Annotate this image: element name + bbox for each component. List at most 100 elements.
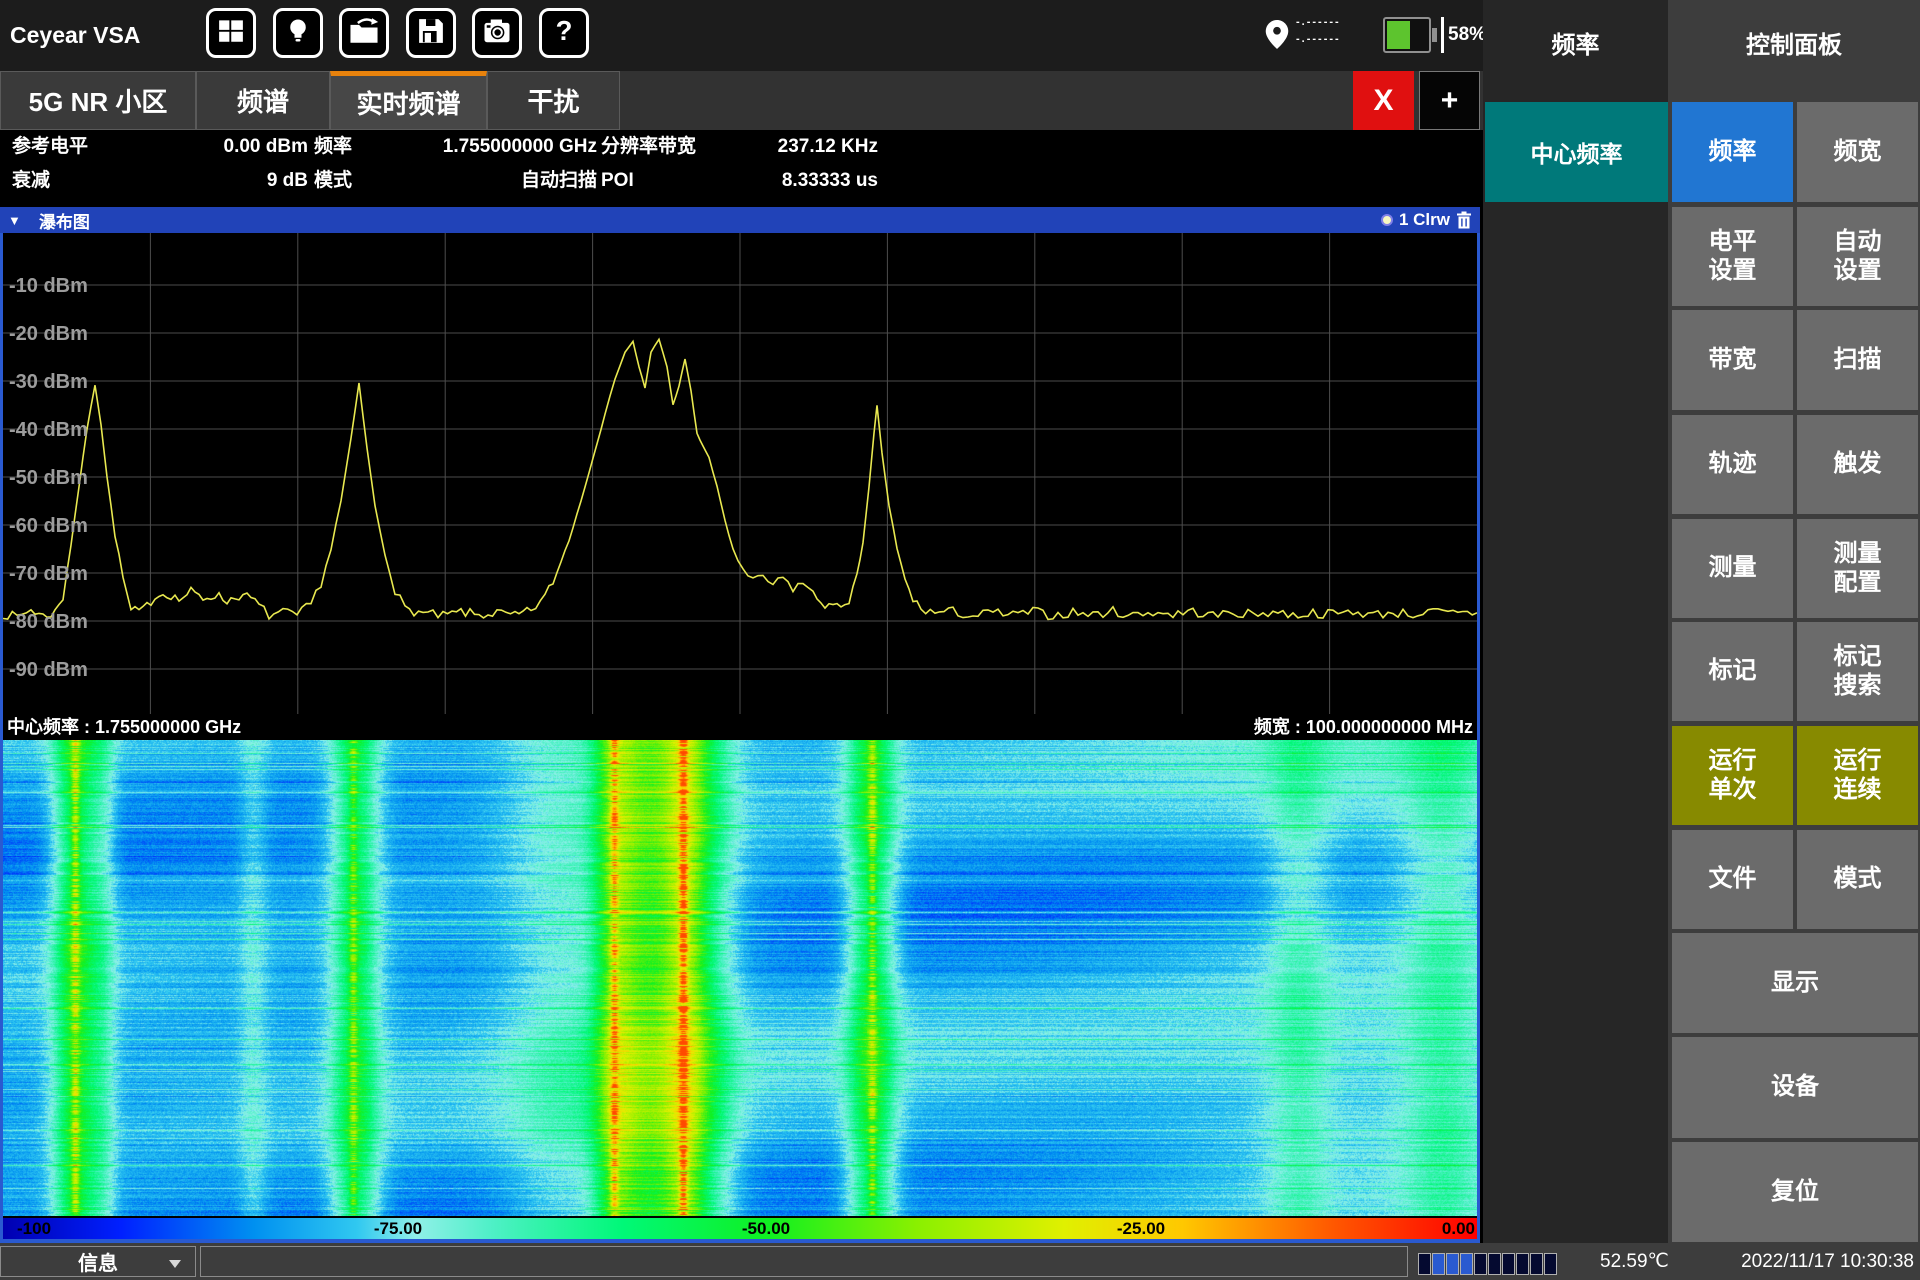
- panel-button-label: 触发: [1834, 450, 1882, 478]
- measurement-settings: 参考电平 0.00 dBm 频率 1.755000000 GHz 分辨率带宽 2…: [0, 130, 1483, 200]
- close-tab-button[interactable]: X: [1353, 71, 1414, 130]
- panel-button-频率[interactable]: 频率: [1672, 102, 1793, 202]
- gps-coordinate-line1: -.------: [1296, 16, 1348, 30]
- panel-button-label: 设置: [1709, 257, 1757, 285]
- battery-icon: [1383, 17, 1431, 53]
- window-title: 瀑布图: [39, 208, 90, 233]
- progress-segment-0: [1418, 1253, 1431, 1275]
- panel-button-标记[interactable]: 标记: [1672, 622, 1793, 721]
- panel-button-文件[interactable]: 文件: [1672, 830, 1793, 929]
- panel-button-label: 扫描: [1834, 346, 1882, 374]
- panel-button-label: 配置: [1834, 569, 1882, 597]
- panel-button-模式[interactable]: 模式: [1797, 830, 1918, 929]
- atten-value[interactable]: 9 dB: [150, 164, 308, 197]
- battery-percent: 58%: [1448, 17, 1486, 53]
- lightbulb-icon: [283, 16, 313, 51]
- toolbar-button-camera[interactable]: [472, 8, 522, 58]
- panel-button-label: 单次: [1709, 776, 1757, 804]
- panel-button-显示[interactable]: 显示: [1672, 933, 1918, 1033]
- poi-value[interactable]: 8.33333 us: [700, 164, 878, 197]
- panel-button-label: 标记: [1709, 657, 1757, 685]
- camera-icon: [482, 16, 512, 51]
- panel-button-触发[interactable]: 触发: [1797, 415, 1918, 514]
- control-panel-grid: 控制面板 频率频宽电平设置自动设置带宽扫描轨迹触发测量测量配置标记标记搜索运行单…: [1668, 0, 1920, 1243]
- mode-value[interactable]: 自动扫描: [410, 164, 597, 197]
- temperature-readout: 52.59℃: [1600, 1243, 1669, 1280]
- tab-bar: 5G NR 小区频谱实时频谱干扰 X +: [0, 71, 1483, 130]
- info-dropdown[interactable]: 信息: [0, 1246, 196, 1277]
- panel-button-测量[interactable]: 测量: [1672, 519, 1793, 618]
- tab-3[interactable]: 干扰: [487, 71, 620, 130]
- svg-text:-80 dBm: -80 dBm: [9, 611, 88, 633]
- ref-level-value[interactable]: 0.00 dBm: [150, 130, 308, 163]
- amplitude-color-legend: -100-75.00-50.00-25.000.00: [3, 1218, 1477, 1239]
- trace-indicator-icon[interactable]: [1381, 214, 1393, 226]
- progress-segment-6: [1502, 1253, 1515, 1275]
- center-frequency-readout: 中心频率 : 1.755000000 GHz: [7, 714, 241, 740]
- freq-value[interactable]: 1.755000000 GHz: [410, 130, 597, 163]
- tab-0[interactable]: 5G NR 小区: [0, 71, 196, 130]
- toolbar-button-folder-recall[interactable]: [339, 8, 389, 58]
- message-area: [200, 1246, 1408, 1277]
- chevron-down-icon: [169, 1260, 181, 1268]
- rbw-value[interactable]: 237.12 KHz: [700, 130, 878, 163]
- panel-button-频宽[interactable]: 频宽: [1797, 102, 1918, 202]
- spectrum-plot[interactable]: -10 dBm-20 dBm-30 dBm-40 dBm-50 dBm-60 d…: [3, 233, 1477, 714]
- panel-button-扫描[interactable]: 扫描: [1797, 310, 1918, 410]
- panel-button-label: 频率: [1709, 138, 1757, 166]
- waterfall-spectrogram[interactable]: [3, 740, 1477, 1216]
- panel-button-运行连续[interactable]: 运行连续: [1797, 726, 1918, 825]
- svg-text:-10 dBm: -10 dBm: [9, 275, 88, 297]
- svg-text:?: ?: [555, 16, 572, 46]
- panel-button-运行单次[interactable]: 运行单次: [1672, 726, 1793, 825]
- window-border-right: [1477, 233, 1480, 1243]
- center-frequency-button[interactable]: 中心频率: [1485, 102, 1668, 202]
- panel-button-自动设置[interactable]: 自动设置: [1797, 207, 1918, 306]
- panel-button-带宽[interactable]: 带宽: [1672, 310, 1793, 410]
- toolbar-button-save[interactable]: [406, 8, 456, 58]
- svg-text:-20 dBm: -20 dBm: [9, 323, 88, 345]
- tab-2[interactable]: 实时频谱: [330, 71, 487, 130]
- poi-label: POI: [601, 164, 634, 197]
- panel-button-设备[interactable]: 设备: [1672, 1037, 1918, 1138]
- panel-button-label: 复位: [1771, 1178, 1819, 1206]
- collapse-icon[interactable]: ▼: [8, 213, 21, 228]
- save-icon: [416, 16, 446, 51]
- panel-button-label: 文件: [1709, 865, 1757, 893]
- mode-label: 模式: [314, 164, 352, 197]
- panel-button-标记搜索[interactable]: 标记搜索: [1797, 622, 1918, 721]
- toolbar-button-lightbulb[interactable]: [273, 8, 323, 58]
- panel-button-复位[interactable]: 复位: [1672, 1142, 1918, 1242]
- help-icon: ?: [549, 16, 579, 51]
- panel-button-label: 运行: [1709, 747, 1757, 775]
- panel-button-电平设置[interactable]: 电平设置: [1672, 207, 1793, 306]
- legend-tick-4: 0.00: [1442, 1218, 1475, 1239]
- panel-button-label: 标记: [1834, 643, 1882, 671]
- frequency-status-row: 中心频率 : 1.755000000 GHz 频宽 : 100.00000000…: [3, 714, 1477, 740]
- gps-coordinate-line2: -.------: [1296, 33, 1348, 47]
- toolbar-button-help[interactable]: ?: [539, 8, 589, 58]
- svg-text:-40 dBm: -40 dBm: [9, 419, 88, 441]
- waterfall-window-titlebar[interactable]: ▼ 瀑布图 1 Clrw: [0, 207, 1480, 233]
- gps-pin-icon: [1262, 12, 1292, 58]
- add-tab-button[interactable]: +: [1419, 71, 1480, 130]
- progress-segment-3: [1460, 1253, 1473, 1275]
- trash-icon[interactable]: [1456, 211, 1472, 229]
- status-bar: 信息 52.59℃ 2022/11/17 10:30:38: [0, 1243, 1920, 1280]
- panel-button-轨迹[interactable]: 轨迹: [1672, 415, 1793, 514]
- windows-icon: [216, 16, 246, 51]
- ceyear-vsa-app: Ceyear VSA ? -.------ -.------ 58% 5G NR…: [0, 0, 1920, 1280]
- svg-text:-30 dBm: -30 dBm: [9, 371, 88, 393]
- freq-label: 频率: [314, 130, 352, 163]
- atten-label: 衰减: [12, 164, 50, 197]
- control-panel: 频率 中心频率 控制面板 频率频宽电平设置自动设置带宽扫描轨迹触发测量测量配置标…: [1483, 0, 1920, 1243]
- battery-nub: [1432, 28, 1437, 42]
- panel-button-测量配置[interactable]: 测量配置: [1797, 519, 1918, 618]
- toolbar-button-windows[interactable]: [206, 8, 256, 58]
- trace-label[interactable]: 1 Clrw: [1399, 210, 1450, 230]
- legend-tick-3: -25.00: [1117, 1218, 1165, 1239]
- tab-1[interactable]: 频谱: [196, 71, 330, 130]
- panel-button-label: 模式: [1834, 865, 1882, 893]
- panel-button-label: 轨迹: [1709, 450, 1757, 478]
- control-panel-header: 控制面板: [1668, 25, 1920, 60]
